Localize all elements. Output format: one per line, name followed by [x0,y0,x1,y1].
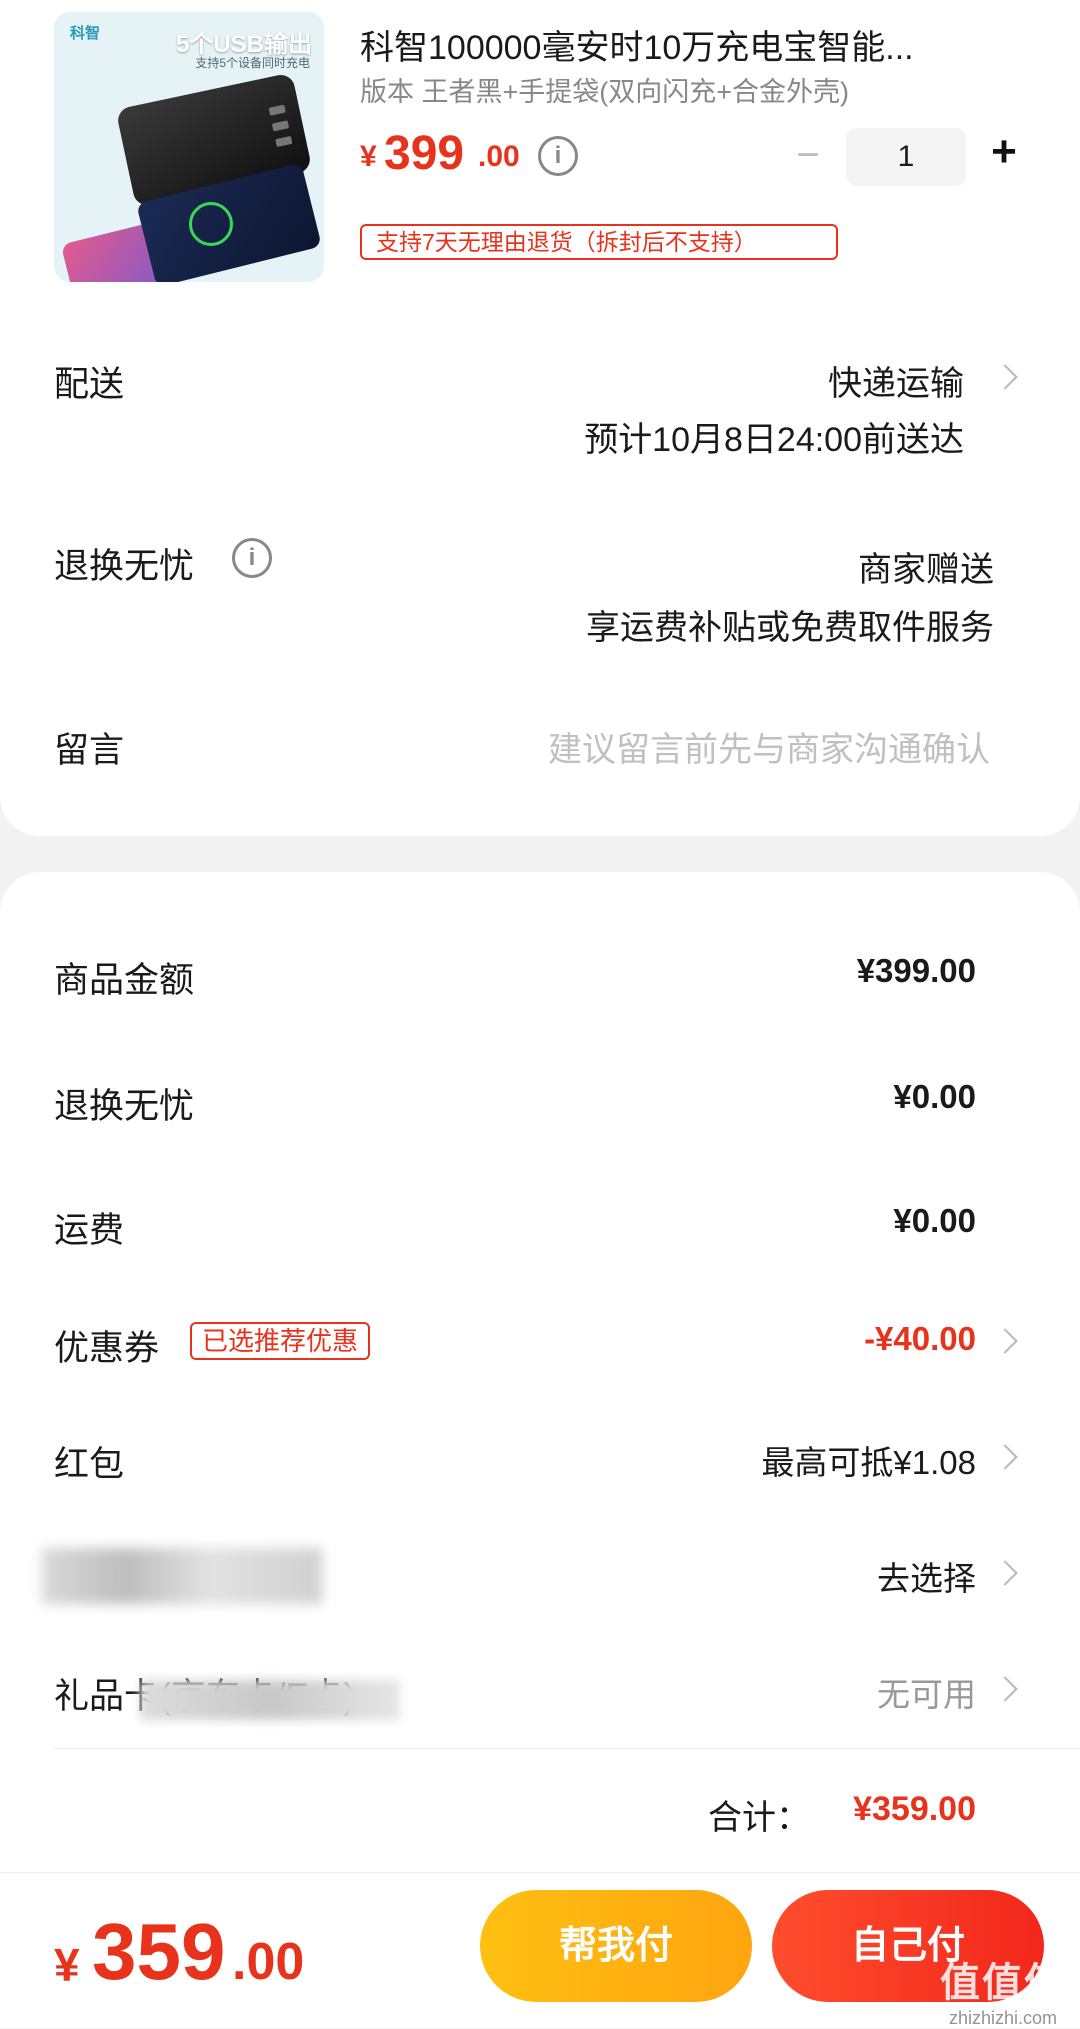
product-spec[interactable]: 版本 王者黑+手提袋(双向闪充+合金外壳) [360,70,849,109]
pay-price-decimal: .00 [232,1933,305,1991]
product-image-brand: 科智 [70,25,101,42]
watermark-text: 值值值 [940,1961,1066,2005]
price-integer: 399 [384,127,465,180]
price-summary-card [0,872,1080,1872]
delivery-eta: 预计10月8日24:00前送达 [584,421,964,459]
blurred-row-value[interactable]: 去选择 [877,1552,976,1600]
redpacket-value[interactable]: 最高可抵¥1.08 [761,1436,976,1484]
goods-amount-value: ¥399.00 [856,952,976,989]
total-value: ¥359.00 [853,1790,976,1828]
goods-amount-label: 商品金额 [54,961,195,1000]
pay-price-integer: 359 [92,1907,226,1996]
charging-ring-icon [189,202,233,246]
product-title[interactable]: 科智100000毫安时10万充电宝智能... [360,20,914,69]
blurred-label [42,1548,322,1604]
price-decimal: .00 [478,140,520,173]
price-symbol: ¥ [360,140,377,173]
quantity-decrease-button[interactable]: − [788,135,828,176]
return-worry-label: 退换无忧 [54,547,195,586]
message-input[interactable]: 建议留言前先与商家沟通确认 [548,722,990,771]
site-watermark: 值值值 zhizhizhi.com [940,1950,1066,2029]
return-fee-label: 退换无忧 [54,1087,195,1126]
blurred-overlay [140,1680,400,1720]
quantity-input[interactable]: 1 [846,128,966,186]
shipping-value: ¥0.00 [893,1202,976,1239]
pay-price-symbol: ¥ [54,1939,80,1991]
return-policy-tag: 支持7天无理由退货（拆封后不支持） [360,224,838,260]
coupon-value[interactable]: -¥40.00 [864,1320,976,1358]
return-worry-line1: 商家赠送 [858,551,994,589]
message-label: 留言 [54,731,125,770]
return-fee-value: ¥0.00 [893,1078,976,1115]
watermark-url: zhizhizhi.com [948,2008,1058,2028]
delivery-method[interactable]: 快递运输 [828,356,964,405]
delivery-label: 配送 [54,365,125,404]
return-worry-line2: 享运费补贴或免费取件服务 [586,609,994,647]
divider [54,1748,1080,1749]
help-me-pay-button[interactable]: 帮我付 [480,1890,752,2002]
shipping-label: 运费 [54,1211,125,1250]
quantity-increase-button[interactable]: + [984,130,1024,174]
product-image[interactable]: 科智 5个USB输出 支持5个设备同时充电 [54,12,324,282]
coupon-label: 优惠券 [54,1329,160,1368]
coupon-selected-tag: 已选推荐优惠 [190,1322,371,1360]
giftcard-value[interactable]: 无可用 [877,1668,976,1716]
total-label: 合计： [708,1799,810,1837]
product-image-subline: 支持5个设备同时充电 [195,56,310,70]
return-worry-info-icon[interactable]: i [232,538,272,578]
price-info-icon[interactable]: i [538,136,578,176]
redpacket-label: 红包 [54,1445,125,1484]
